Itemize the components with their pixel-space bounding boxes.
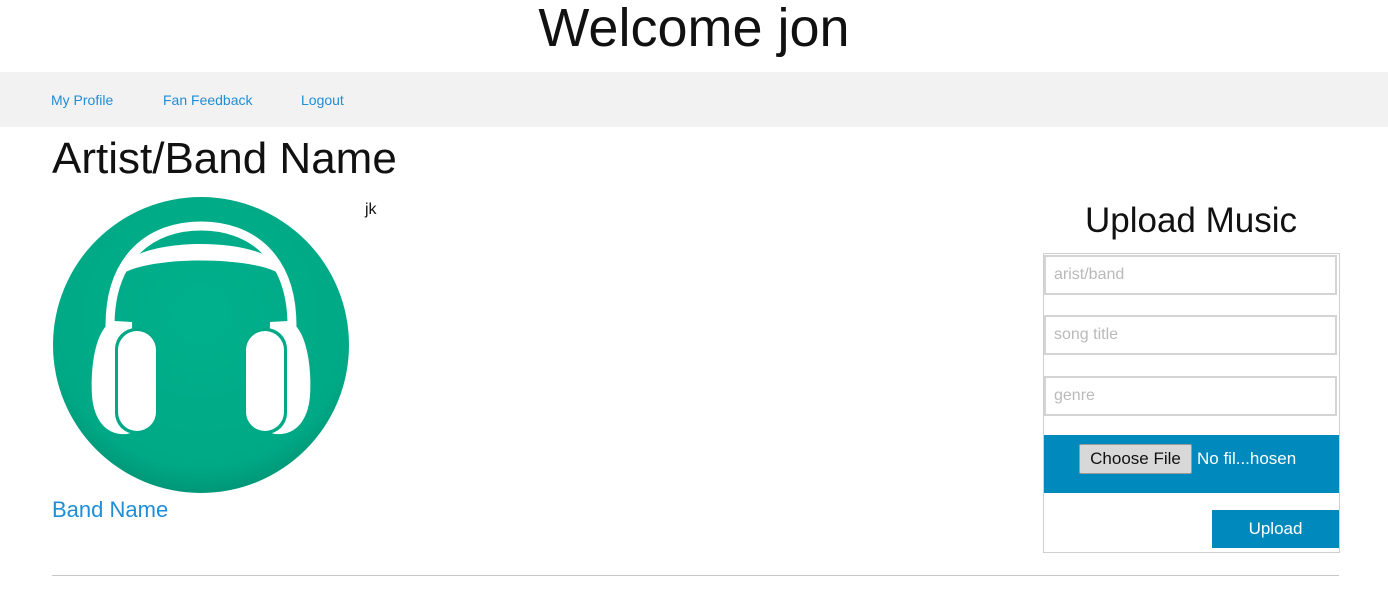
nav-logout[interactable]: Logout — [301, 92, 344, 108]
profile-note: jk — [365, 201, 377, 218]
file-status-text: No fil...hosen — [1197, 449, 1297, 468]
headphones-icon — [53, 197, 349, 493]
navbar: My Profile Fan Feedback Logout — [0, 72, 1388, 127]
band-name-link[interactable]: Band Name — [52, 497, 168, 523]
upload-music-title: Upload Music — [1084, 201, 1298, 240]
welcome-heading: Welcome jon — [538, 0, 850, 58]
divider — [52, 575, 1339, 576]
nav-fan-feedback[interactable]: Fan Feedback — [163, 92, 253, 108]
artist-band-input[interactable] — [1044, 255, 1337, 295]
nav-my-profile[interactable]: My Profile — [51, 92, 113, 108]
choose-file-button[interactable]: Choose File — [1079, 444, 1192, 474]
artist-band-title: Artist/Band Name — [52, 134, 397, 183]
song-title-input[interactable] — [1044, 315, 1337, 355]
upload-button[interactable]: Upload — [1212, 510, 1339, 548]
genre-input[interactable] — [1044, 376, 1337, 416]
